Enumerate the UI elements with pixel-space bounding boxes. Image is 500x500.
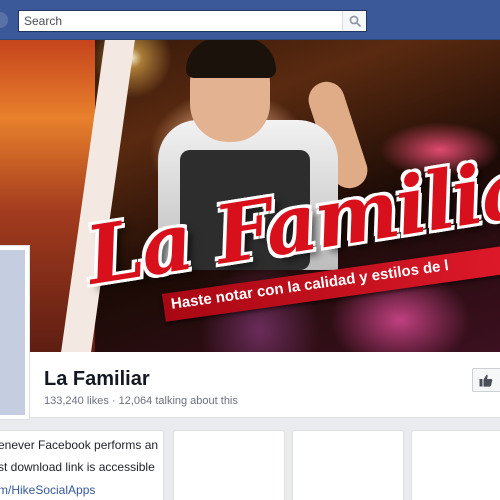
talking-count: 12,064 talking about this [118,395,238,407]
search-box[interactable] [18,10,367,32]
content-card[interactable] [173,430,285,500]
top-bar [0,0,500,40]
thumbs-up-icon [479,374,493,387]
profile-picture[interactable] [0,245,30,420]
page-header: La Familiar 133,240 likes · 12,064 talki… [30,352,500,418]
app-info-line-1: enever Facebook performs an [0,438,159,452]
facebook-logo-icon[interactable] [0,12,8,28]
app-info-line-2: st download link is accessible [0,460,155,474]
stats-separator: · [111,395,116,407]
search-input[interactable] [19,11,341,31]
content-card[interactable] [292,430,404,500]
page-title[interactable]: La Familiar [44,368,150,391]
page-stats: 133,240 likes · 12,064 talking about thi… [44,395,238,407]
app-info-text: enever Facebook performs an st download … [0,431,164,500]
cover-person-hair [186,40,276,78]
profile-picture-image [0,250,25,415]
likes-count[interactable]: 133,240 likes [44,395,109,407]
cover-photo[interactable]: La Familiar Haste notar con la calidad y… [0,40,500,352]
search-button[interactable] [342,11,366,31]
app-info-link[interactable]: m/HikeSocialApps [0,482,95,499]
search-icon [349,15,361,27]
content-card[interactable] [411,430,500,500]
like-page-button[interactable] [472,368,500,392]
